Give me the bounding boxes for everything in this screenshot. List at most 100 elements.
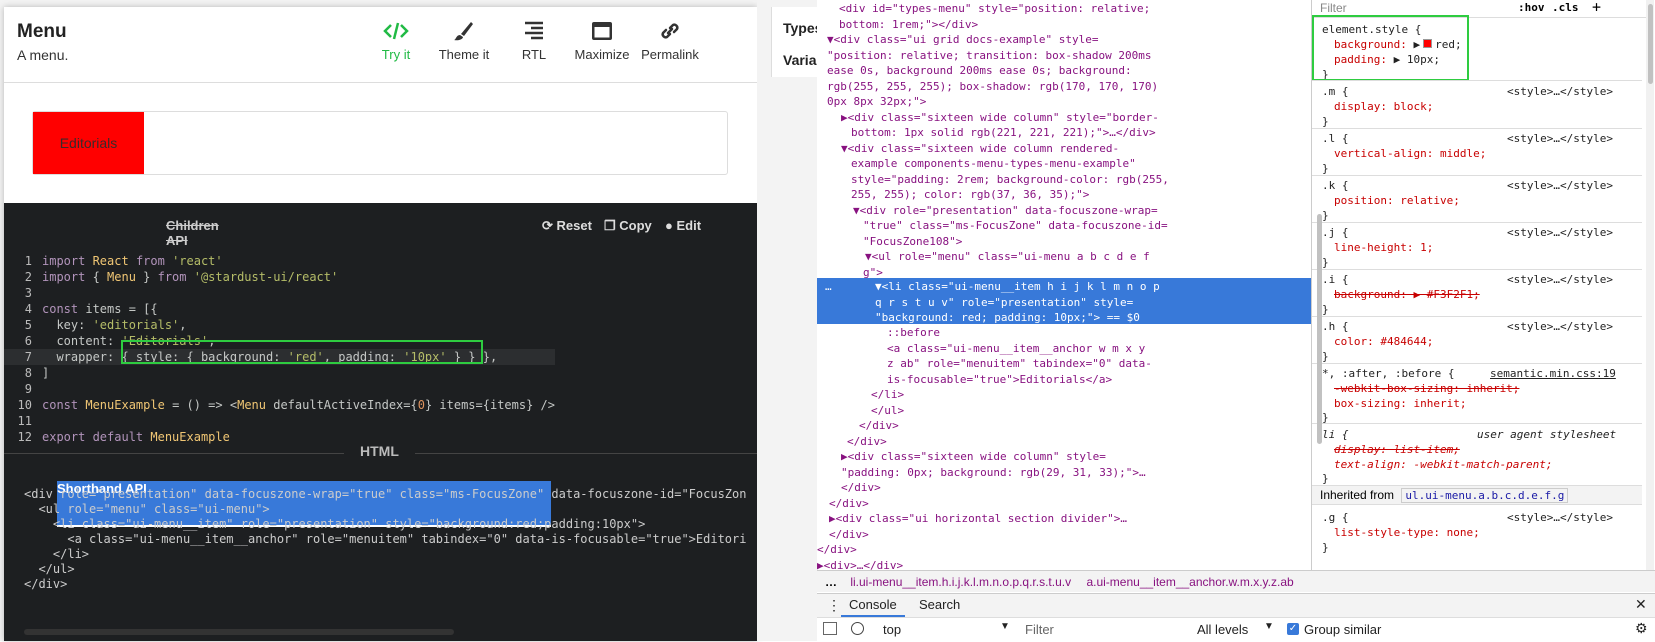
dom-node-line[interactable]: "position: relative; transition: box-sha… <box>827 48 1152 64</box>
console-filter-input[interactable]: Filter <box>1025 622 1054 637</box>
dom-node-line[interactable]: style="padding: 2rem; background-color: … <box>851 172 1169 188</box>
permalink-button[interactable]: Permalink <box>632 21 708 62</box>
universal-prop-2[interactable]: box-sizing: inherit; <box>1334 396 1466 411</box>
rule-divider <box>1312 80 1642 81</box>
dom-after-line[interactable]: ::before <box>887 325 940 341</box>
html-label: HTML <box>344 443 415 459</box>
css-rule-property[interactable]: vertical-align: middle; <box>1334 146 1486 161</box>
dom-node-line[interactable]: example components-menu-types-menu-examp… <box>851 156 1136 172</box>
chevron-down-icon: ▼ <box>1000 621 1010 632</box>
dom-after-line[interactable]: </div> <box>859 418 899 434</box>
selected-node[interactable]: … ▼<li class="ui-menu__item h i j k l m … <box>817 278 1311 324</box>
dom-node-line[interactable]: ▼<div role="presentation" data-focuszone… <box>853 203 1158 219</box>
styles-filter-input[interactable]: Filter <box>1320 1 1347 15</box>
dom-after-line[interactable]: </div> <box>817 542 857 558</box>
selected-node-line[interactable]: ▼<li class="ui-menu__item h i j k l m n … <box>875 279 1160 295</box>
cls-toggle[interactable]: .cls <box>1552 1 1579 14</box>
css-rule-source[interactable]: <style>…</style> <box>1507 319 1613 334</box>
css-rule-source[interactable]: <style>…</style> <box>1507 225 1613 240</box>
dom-node-line[interactable]: bottom: 1px solid rgb(221, 221, 221);">…… <box>851 125 1156 141</box>
rule-divider <box>1312 269 1642 270</box>
drawer-menu-icon[interactable]: ⋮ <box>827 597 841 614</box>
context-select[interactable]: top <box>883 622 901 637</box>
dom-after-line[interactable]: ▶<div>…</div> <box>817 558 903 571</box>
rtl-button[interactable]: RTL <box>496 21 572 62</box>
menu-item-editorials[interactable]: Editorials <box>33 112 144 174</box>
copy-button[interactable]: ❐ Copy <box>604 218 652 234</box>
dom-node-line[interactable]: "FocusZone108"> <box>863 234 962 250</box>
paint-brush-icon <box>454 22 473 41</box>
dom-after-line[interactable]: z ab" role="menuitem" tabindex="0" data- <box>887 356 1152 372</box>
dom-after-line[interactable]: </li> <box>871 387 904 403</box>
close-drawer-icon[interactable]: ✕ <box>1635 596 1647 613</box>
dom-node-line[interactable]: 255, 255); color: rgb(37, 36, 35);"> <box>851 187 1089 203</box>
css-rule-property[interactable]: background: ▶ #F3F2F1; <box>1334 287 1480 302</box>
levels-select[interactable]: All levels <box>1197 622 1248 637</box>
dom-node-line[interactable]: ▶<div class="sixteen wide column" style=… <box>841 110 1159 126</box>
code-line: 10 const MenuExample = () => <Menu defaul… <box>17 398 555 412</box>
dom-after-line[interactable]: is-focusable="true">Editorials</a> <box>887 372 1112 388</box>
css-rule-property[interactable]: color: #484644; <box>1334 334 1433 349</box>
dom-node-line[interactable]: ▼<ul role="menu" class="ui-menu a b c d … <box>865 249 1150 265</box>
universal-source-link[interactable]: semantic.min.css:19 <box>1490 366 1616 381</box>
breadcrumb-item[interactable]: li.ui-menu__item.h.i.j.k.l.m.n.o.p.q.r.s… <box>850 575 1071 589</box>
html-scrollbar[interactable] <box>24 629 454 635</box>
css-rule-source[interactable]: <style>…</style> <box>1507 178 1613 193</box>
theme-it-button[interactable]: Theme it <box>426 21 502 62</box>
console-settings-icon[interactable]: ⚙ <box>1635 620 1648 637</box>
dom-after-line[interactable]: </div> <box>841 480 881 496</box>
css-rule-property[interactable]: line-height: 1; <box>1334 240 1433 255</box>
hov-toggle[interactable]: :hov <box>1518 1 1545 14</box>
inherited-from-link[interactable]: ul.ui-menu.a.b.c.d.e.f.g <box>1401 488 1569 503</box>
tab-search[interactable]: Search <box>919 597 960 612</box>
edit-button[interactable]: ● Edit <box>665 218 701 233</box>
clear-console-icon[interactable] <box>851 622 864 635</box>
code-line: 8] <box>24 366 50 380</box>
g-source[interactable]: <style>…</style> <box>1507 510 1613 525</box>
dom-after-line[interactable]: ▶<div class="sixteen wide column" style= <box>841 449 1106 465</box>
css-rule-selector: .m { <box>1322 85 1349 98</box>
reset-button[interactable]: ⟳ Reset <box>542 218 592 234</box>
styles-scrollbar-thumb[interactable] <box>1648 4 1653 84</box>
css-rule-source[interactable]: <style>…</style> <box>1507 272 1613 287</box>
dom-node-line[interactable]: ▼<div class="ui grid docs-example" style… <box>827 32 1099 48</box>
dom-after-line[interactable]: </div> <box>829 496 869 512</box>
code-editor: Shorthand API Children API ⟳ Reset ❐ Cop… <box>4 203 757 641</box>
dom-node-line[interactable]: bottom: 1rem;"></div> <box>839 17 978 33</box>
group-similar-checkbox[interactable]: ✓ <box>1287 623 1299 635</box>
new-rule-icon[interactable]: + <box>1592 0 1601 16</box>
breadcrumb-item[interactable]: a.ui-menu__item__anchor.w.m.x.y.z.ab <box>1086 575 1293 589</box>
dom-after-line[interactable]: <a class="ui-menu__item__anchor w m x y <box>887 341 1145 357</box>
css-rule-source[interactable]: <style>…</style> <box>1507 84 1613 99</box>
dom-after-line[interactable]: "padding: 0px; background: rgb(29, 31, 3… <box>841 465 1146 481</box>
docs-header: Menu A menu. Try it Theme it RTL Maximiz… <box>4 7 757 83</box>
code-line: 3 <box>24 286 32 300</box>
g-prop[interactable]: list-style-type: none; <box>1334 525 1480 540</box>
dom-after-line[interactable]: </ul> <box>871 403 904 419</box>
dom-node-line[interactable]: ease 0s, background 200ms ease 0s; backg… <box>827 63 1132 79</box>
dom-node-line[interactable]: ▼<div class="sixteen wide column rendere… <box>841 141 1119 157</box>
elements-panel[interactable]: <div id="types-menu" style="position: re… <box>817 0 1312 570</box>
universal-prop-1[interactable]: -webkit-box-sizing: inherit; <box>1334 381 1519 396</box>
css-rule-property[interactable]: display: block; <box>1334 99 1433 114</box>
try-it-button[interactable]: Try it <box>358 21 434 62</box>
tab-console[interactable]: Console <box>841 597 905 617</box>
dom-after-line[interactable]: </div> <box>847 434 887 450</box>
sidebar-toggle-icon[interactable] <box>823 622 837 635</box>
maximize-button[interactable]: Maximize <box>564 21 640 62</box>
css-rule-close: } <box>1322 303 1329 316</box>
css-rule-source[interactable]: <style>…</style> <box>1507 131 1613 146</box>
elements-scrollbar[interactable] <box>1317 214 1322 444</box>
page-subtitle: A menu. <box>17 47 69 63</box>
dom-node-line[interactable]: 0px 8px 32px;"> <box>827 94 926 110</box>
selected-node-line[interactable]: q r s t u v" role="presentation" style= <box>875 295 1133 311</box>
tab-children-api[interactable]: Children API <box>166 218 219 248</box>
dom-node-line[interactable]: <div id="types-menu" style="position: re… <box>839 1 1150 17</box>
css-rule-property[interactable]: position: relative; <box>1334 193 1460 208</box>
dom-node-line[interactable]: rgb(255, 255, 255); box-shadow: rgb(170,… <box>827 79 1158 95</box>
dom-node-line[interactable]: "true" class="ms-FocusZone" data-focuszo… <box>863 218 1168 234</box>
selected-node-line[interactable]: "background: red; padding: 10px;"> == $0 <box>875 310 1140 326</box>
breadcrumb-ellipsis[interactable]: … <box>825 575 837 589</box>
dom-after-line[interactable]: </div> <box>829 527 869 543</box>
dom-after-line[interactable]: ▶<div class="ui horizontal section divid… <box>829 511 1127 527</box>
